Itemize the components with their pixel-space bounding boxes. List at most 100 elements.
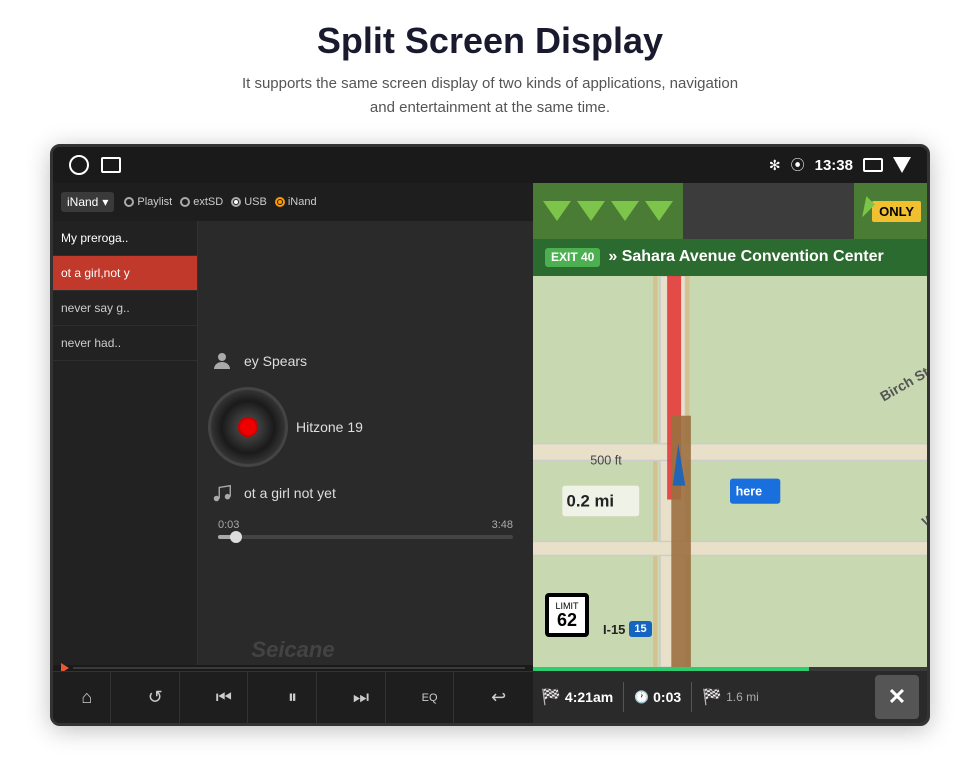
album-row: Hitzone 19 xyxy=(208,387,523,467)
trip-time: 0:03 xyxy=(653,689,681,705)
highway-badge: I-15 15 xyxy=(603,621,652,637)
track-item[interactable]: never had.. xyxy=(53,326,197,361)
radio-dot-inand xyxy=(275,197,285,207)
music-player-panel: iNand ▾ Playlist extSD USB xyxy=(53,183,533,723)
flag-start-icon: 🏁 xyxy=(541,687,561,707)
nav-arrow-block xyxy=(533,183,683,239)
prev-button[interactable]: ⏮ xyxy=(200,672,248,724)
speed-limit-sign: LIMIT 62 xyxy=(545,593,589,637)
source-label: iNand xyxy=(67,195,98,209)
next-button[interactable]: ⏭ xyxy=(338,672,386,724)
song-row: ot a girl not yet xyxy=(208,479,523,507)
eq-button[interactable]: EQ xyxy=(406,672,454,724)
progress-thumb[interactable] xyxy=(230,531,242,543)
source-option-extsd[interactable]: extSD xyxy=(180,196,223,208)
back-button[interactable]: ↩ xyxy=(475,672,523,724)
image-icon xyxy=(101,157,121,173)
radio-dot-extsd xyxy=(180,197,190,207)
nav-bottom-bar: 🏁 4:21am 🕐 0:03 🏁 1.6 mi ✕ xyxy=(533,671,927,723)
nav-close-button[interactable]: ✕ xyxy=(875,675,919,719)
device-frame: ✻ ⦿ 13:38 iNand ▾ Playlist xyxy=(50,144,930,726)
track-item[interactable]: never say g.. xyxy=(53,291,197,326)
location-icon: ⦿ xyxy=(791,155,805,175)
highway-name: I-15 xyxy=(603,622,625,637)
only-badge: ONLY xyxy=(872,201,921,222)
player-center: ey Spears Hitzone 19 xyxy=(198,221,533,665)
exit-destination: » Sahara Avenue Convention Center xyxy=(608,247,915,268)
map-area: here Birch St Westwood 500 ft 0.2 mi LIM… xyxy=(533,276,927,667)
trip-distance: 1.6 mi xyxy=(726,690,759,704)
arrival-time-block: 🏁 4:21am xyxy=(541,687,613,707)
radio-dot-usb xyxy=(231,197,241,207)
album-name: Hitzone 19 xyxy=(296,419,363,435)
source-option-usb[interactable]: USB xyxy=(231,196,267,208)
separator xyxy=(691,682,692,712)
nav-down-arrow-4 xyxy=(645,201,673,221)
svg-text:0.2 mi: 0.2 mi xyxy=(567,491,615,510)
source-option-label: Playlist xyxy=(137,196,172,208)
source-dropdown[interactable]: iNand ▾ xyxy=(61,192,114,212)
window-icon xyxy=(863,158,883,172)
progress-area: 0:03 3:48 xyxy=(208,519,523,539)
progress-line xyxy=(73,667,525,669)
song-name: ot a girl not yet xyxy=(244,485,336,501)
pause-button[interactable]: ⏸ xyxy=(269,672,317,724)
separator xyxy=(623,682,624,712)
seicane-watermark: Seicane xyxy=(251,637,334,663)
nav-down-arrow-3 xyxy=(611,201,639,221)
status-left-icons xyxy=(69,155,121,175)
status-time: 13:38 xyxy=(815,157,853,174)
radio-dot-playlist xyxy=(124,197,134,207)
clock-icon: 🕐 xyxy=(634,690,649,704)
vinyl-disc xyxy=(208,387,288,467)
bluetooth-icon: ✻ xyxy=(769,157,781,174)
source-option-label: iNand xyxy=(288,196,317,208)
nav-direction-banner: ONLY xyxy=(533,183,927,239)
trip-time-block: 🕐 0:03 xyxy=(634,689,681,705)
svg-text:here: here xyxy=(736,484,763,498)
source-option-label: extSD xyxy=(193,196,223,208)
current-time: 0:03 xyxy=(218,519,239,531)
source-option-inand[interactable]: iNand xyxy=(275,196,317,208)
svg-text:500 ft: 500 ft xyxy=(590,453,622,467)
source-options: Playlist extSD USB iNand xyxy=(124,196,316,208)
back-icon xyxy=(893,157,911,173)
flag-end-icon: 🏁 xyxy=(702,687,722,707)
page-subtitle: It supports the same screen display of t… xyxy=(230,72,750,120)
status-bar: ✻ ⦿ 13:38 xyxy=(53,147,927,183)
arrival-time: 4:21am xyxy=(565,689,613,705)
source-option-playlist[interactable]: Playlist xyxy=(124,196,172,208)
source-bar: iNand ▾ Playlist extSD USB xyxy=(53,183,533,221)
person-icon xyxy=(208,347,236,375)
status-right-icons: ✻ ⦿ 13:38 xyxy=(769,155,911,175)
home-button[interactable]: ⌂ xyxy=(63,672,111,724)
playlist-area: My preroga.. ot a girl,not y never say g… xyxy=(53,221,533,665)
player-controls: ⌂ ↺ ⏮ ⏸ ⏭ EQ ↩ xyxy=(53,671,533,723)
nav-only-block: ONLY xyxy=(854,183,927,239)
artist-row: ey Spears xyxy=(208,347,523,375)
main-split: iNand ▾ Playlist extSD USB xyxy=(53,183,927,723)
eq-label: EQ xyxy=(422,692,438,704)
highway-shield: 15 xyxy=(629,621,651,637)
exit-badge: EXIT 40 xyxy=(545,248,600,268)
distance-block: 🏁 1.6 mi xyxy=(702,687,759,707)
progress-times: 0:03 3:48 xyxy=(218,519,513,531)
speed-value: 62 xyxy=(557,611,577,629)
source-option-label: USB xyxy=(244,196,267,208)
music-note-icon xyxy=(208,479,236,507)
repeat-button[interactable]: ↺ xyxy=(132,672,180,724)
page-title: Split Screen Display xyxy=(317,20,663,62)
exit-banner: EXIT 40 » Sahara Avenue Convention Cente… xyxy=(533,239,927,276)
circle-icon xyxy=(69,155,89,175)
artist-name: ey Spears xyxy=(244,353,307,369)
track-item[interactable]: My preroga.. xyxy=(53,221,197,256)
total-time: 3:48 xyxy=(492,519,513,531)
track-item[interactable]: ot a girl,not y xyxy=(53,256,197,291)
nav-down-arrow-2 xyxy=(577,201,605,221)
track-list: My preroga.. ot a girl,not y never say g… xyxy=(53,221,198,665)
nav-down-arrow-1 xyxy=(543,201,571,221)
progress-bar[interactable] xyxy=(218,535,513,539)
chevron-down-icon: ▾ xyxy=(102,195,108,209)
navigation-panel: ONLY EXIT 40 » Sahara Avenue Convention … xyxy=(533,183,927,723)
map-svg: here Birch St Westwood 500 ft 0.2 mi xyxy=(533,276,927,667)
